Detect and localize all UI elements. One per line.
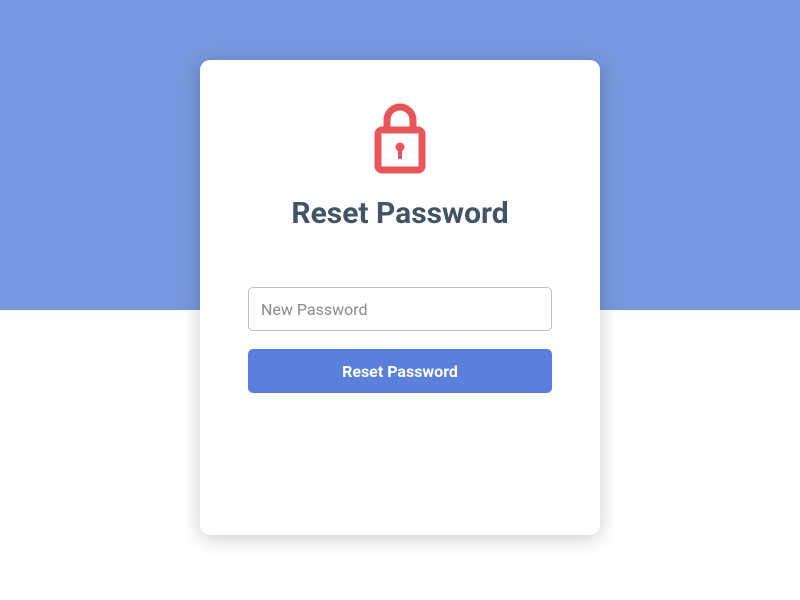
page-title: Reset Password (291, 196, 508, 231)
reset-password-button[interactable]: Reset Password (248, 349, 552, 393)
reset-password-card: Reset Password Reset Password (200, 60, 600, 535)
new-password-input[interactable] (248, 287, 552, 331)
lock-icon (365, 98, 435, 178)
